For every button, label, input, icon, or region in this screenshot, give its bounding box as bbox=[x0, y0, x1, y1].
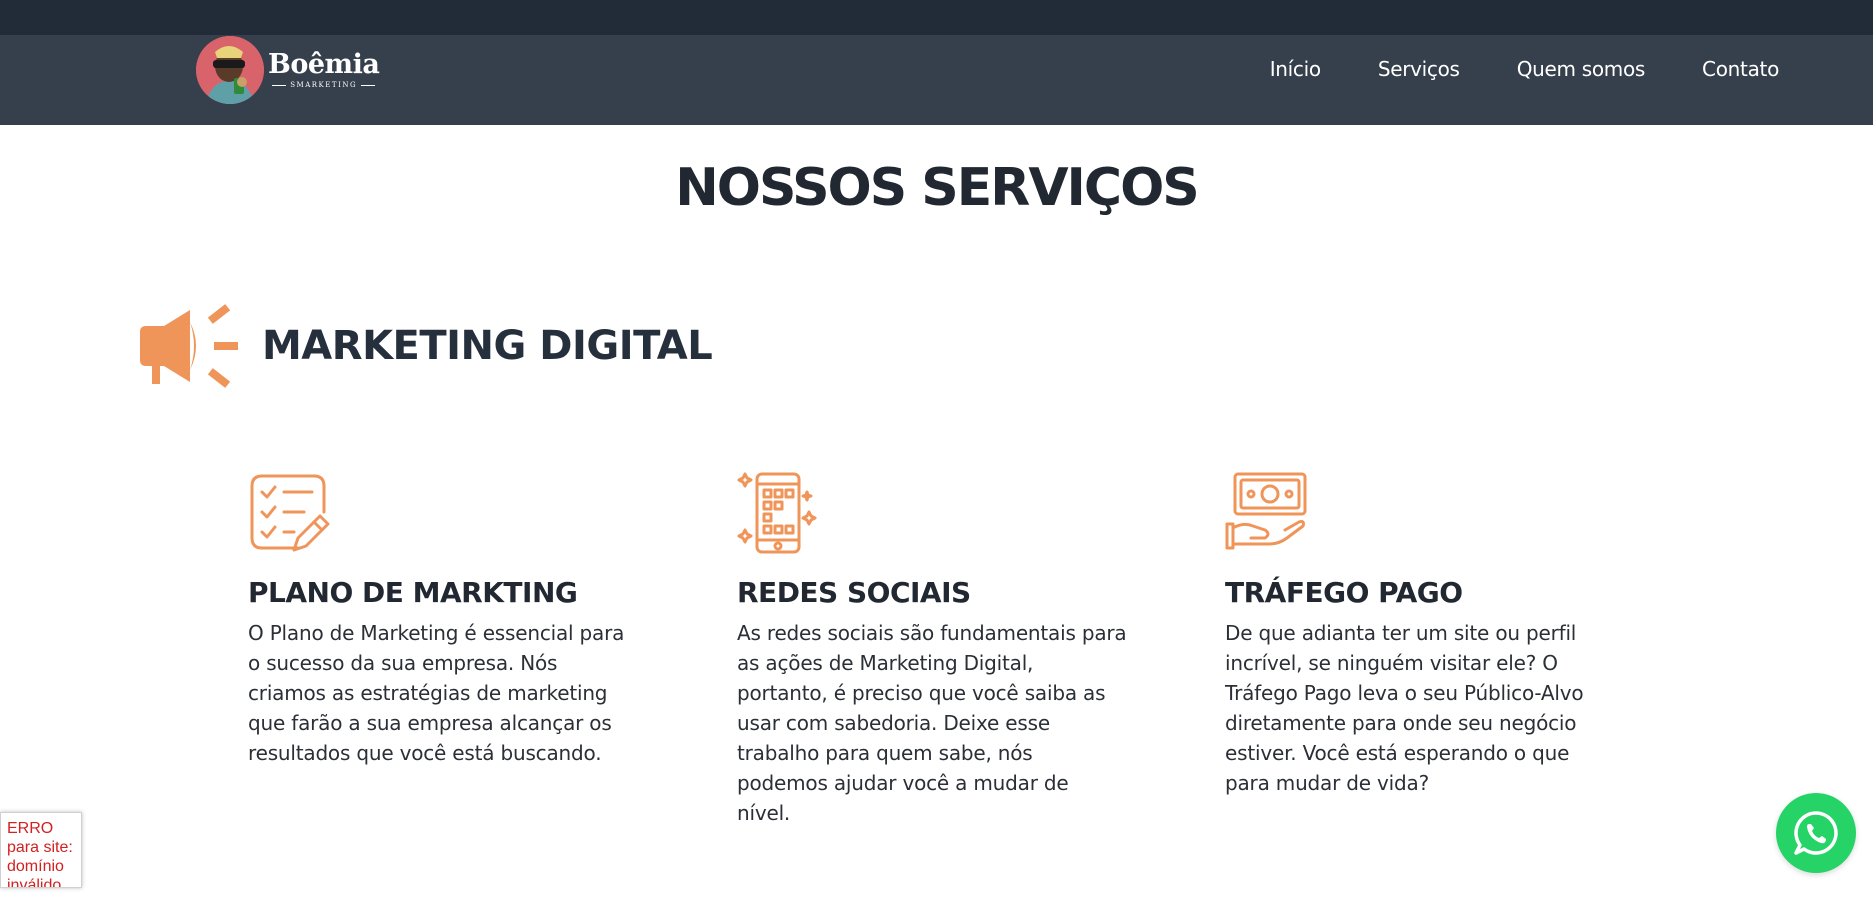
logo-name: Boêmia bbox=[268, 49, 380, 80]
service-card-redes: REDES SOCIAIS As redes sociais são funda… bbox=[737, 472, 1127, 828]
logo-avatar-icon bbox=[196, 36, 264, 104]
checklist-pencil-icon bbox=[250, 474, 330, 552]
nav-link-servicos[interactable]: Serviços bbox=[1378, 57, 1460, 81]
card-text: As redes sociais são fundamentais para a… bbox=[737, 621, 1127, 825]
logo-sub-text: SMARKETING bbox=[290, 81, 358, 89]
card-title: PLANO DE MARKTING bbox=[248, 576, 578, 609]
nav-link-inicio[interactable]: Início bbox=[1270, 57, 1321, 81]
smartphone-apps-icon bbox=[737, 472, 817, 554]
site-logo[interactable]: Boêmia SMARKETING bbox=[196, 34, 386, 106]
whatsapp-icon bbox=[1794, 811, 1838, 855]
card-title: REDES SOCIAIS bbox=[737, 576, 971, 609]
category-heading: MARKETING DIGITAL bbox=[136, 304, 713, 388]
card-title: TRÁFEGO PAGO bbox=[1225, 576, 1463, 609]
section-title: NOSSOS SERVIÇOS bbox=[675, 158, 1199, 218]
card-text: O Plano de Marketing é essencial para o … bbox=[248, 621, 625, 765]
megaphone-icon bbox=[140, 304, 238, 388]
logo-wordmark: Boêmia SMARKETING bbox=[268, 49, 380, 90]
logo-divider bbox=[361, 84, 376, 86]
main-nav: Início Serviços Quem somos Contato bbox=[1213, 35, 1780, 103]
logo-subtitle: SMARKETING bbox=[272, 80, 376, 90]
service-card-trafego: TRÁFEGO PAGO De que adianta ter um site … bbox=[1225, 472, 1615, 798]
nav-link-contato[interactable]: Contato bbox=[1702, 57, 1779, 81]
logo-divider bbox=[272, 84, 287, 86]
card-text: De que adianta ter um site ou perfil inc… bbox=[1225, 621, 1584, 795]
whatsapp-button[interactable] bbox=[1776, 793, 1856, 873]
service-card-plano: PLANO DE MARKTING O Plano de Marketing é… bbox=[248, 472, 638, 768]
money-hand-icon bbox=[1225, 472, 1307, 550]
error-notice: ERRO para site: domínio inválido do site bbox=[0, 812, 82, 888]
top-strip bbox=[0, 0, 1873, 35]
category-title: MARKETING DIGITAL bbox=[262, 323, 713, 369]
nav-link-quem-somos[interactable]: Quem somos bbox=[1517, 57, 1646, 81]
